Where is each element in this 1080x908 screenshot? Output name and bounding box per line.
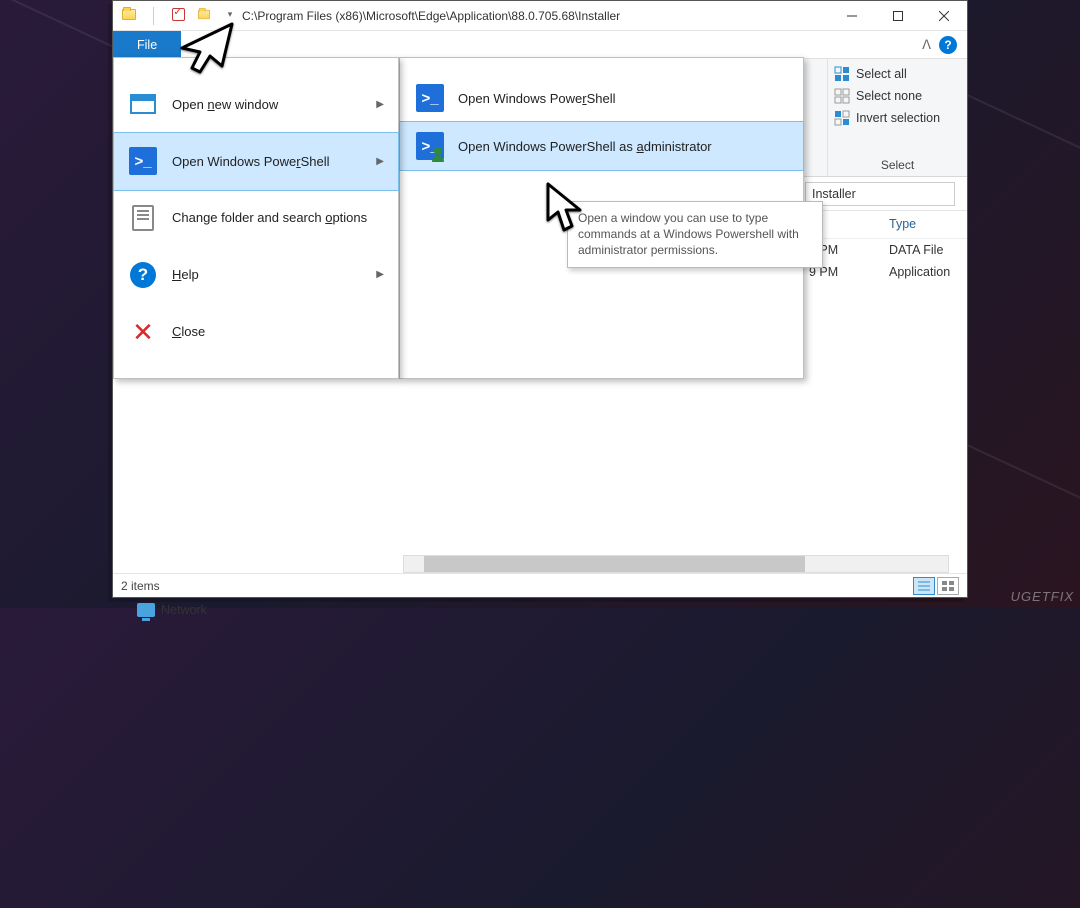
menu-help[interactable]: ? Help ▶: [114, 246, 398, 303]
annotation-cursor-icon: [542, 180, 592, 241]
chevron-right-icon: ▶: [376, 99, 384, 110]
close-icon: ✕: [132, 319, 154, 345]
ribbon-header: File ᐱ ?: [113, 31, 967, 59]
powershell-icon: >_: [416, 84, 444, 112]
list-item[interactable]: 9 PM Application: [801, 261, 967, 283]
menu-close[interactable]: ✕ Close: [114, 303, 398, 360]
help-icon[interactable]: ?: [939, 36, 957, 54]
help-icon: ?: [130, 262, 156, 288]
folder-icon: [121, 7, 137, 23]
cell-type: Application: [889, 265, 950, 279]
close-button[interactable]: [921, 1, 967, 31]
menu-open-powershell[interactable]: >_ Open Windows PowerShell ▶: [114, 133, 398, 190]
admin-badge-icon: [430, 146, 446, 162]
menu-open-new-window-label: Open new window: [172, 97, 278, 112]
select-none-button[interactable]: Select none: [834, 85, 961, 107]
minimize-button[interactable]: [829, 1, 875, 31]
menu-help-label: Help: [172, 267, 199, 282]
select-group: Select all Select none Invert selection …: [827, 59, 967, 176]
menu-open-new-window[interactable]: Open new window ▶: [114, 76, 398, 133]
scrollbar-thumb[interactable]: [424, 556, 805, 572]
sidebar-network-label: Network: [161, 603, 207, 617]
sidebar-item-network[interactable]: Network: [137, 603, 207, 617]
watermark: UGETFIX: [1011, 589, 1074, 604]
tooltip-text: Open a window you can use to type comman…: [578, 211, 799, 257]
options-icon: [132, 205, 154, 231]
list-item[interactable]: 0 PM DATA File: [801, 239, 967, 261]
select-none-icon: [834, 88, 850, 104]
titlebar: ▾ C:\Program Files (x86)\Microsoft\Edge\…: [113, 1, 967, 31]
statusbar: 2 items: [113, 573, 967, 597]
menu-open-powershell-label: Open Windows PowerShell: [172, 154, 330, 169]
menu-close-label: Close: [172, 324, 205, 339]
ribbon-collapse-icon[interactable]: ᐱ: [922, 37, 931, 53]
thumbnails-view-button[interactable]: [937, 577, 959, 595]
powershell-icon: >_: [129, 147, 157, 175]
file-explorer-window: ▾ C:\Program Files (x86)\Microsoft\Edge\…: [112, 0, 968, 598]
network-icon: [137, 603, 155, 617]
chevron-right-icon: ▶: [376, 156, 384, 167]
file-tab[interactable]: File: [113, 31, 181, 58]
select-all-button[interactable]: Select all: [834, 63, 961, 85]
submenu-open-powershell-admin-label: Open Windows PowerShell as administrator: [458, 139, 712, 154]
file-menu: Open new window ▶ >_ Open Windows PowerS…: [113, 57, 399, 379]
menu-change-options-label: Change folder and search options: [172, 210, 367, 225]
column-header-type[interactable]: Type: [881, 211, 924, 238]
select-group-label: Select: [834, 158, 961, 176]
details-view-button[interactable]: [913, 577, 935, 595]
window-title: C:\Program Files (x86)\Microsoft\Edge\Ap…: [238, 9, 829, 23]
horizontal-scrollbar[interactable]: [403, 555, 949, 573]
breadcrumb-current[interactable]: Installer: [805, 182, 955, 206]
tooltip: Open a window you can use to type comman…: [567, 201, 823, 268]
status-item-count: 2 items: [121, 579, 160, 593]
invert-selection-button[interactable]: Invert selection: [834, 107, 961, 129]
chevron-right-icon: ▶: [376, 269, 384, 280]
select-all-icon: [834, 66, 850, 82]
invert-selection-label: Invert selection: [856, 111, 940, 125]
cell-type: DATA File: [889, 243, 943, 257]
file-list: Type 0 PM DATA File 9 PM Application: [801, 211, 967, 549]
select-none-label: Select none: [856, 89, 922, 103]
breadcrumb-label: Installer: [812, 187, 856, 201]
invert-selection-icon: [834, 110, 850, 126]
menu-change-options[interactable]: Change folder and search options: [114, 190, 398, 247]
submenu-open-powershell-label: Open Windows PowerShell: [458, 91, 616, 106]
select-all-label: Select all: [856, 67, 907, 81]
new-window-icon: [130, 94, 156, 114]
annotation-cursor-icon: [174, 18, 240, 81]
submenu-open-powershell[interactable]: >_ Open Windows PowerShell: [400, 74, 803, 122]
submenu-open-powershell-admin[interactable]: >_ Open Windows PowerShell as administra…: [400, 122, 803, 170]
maximize-button[interactable]: [875, 1, 921, 31]
